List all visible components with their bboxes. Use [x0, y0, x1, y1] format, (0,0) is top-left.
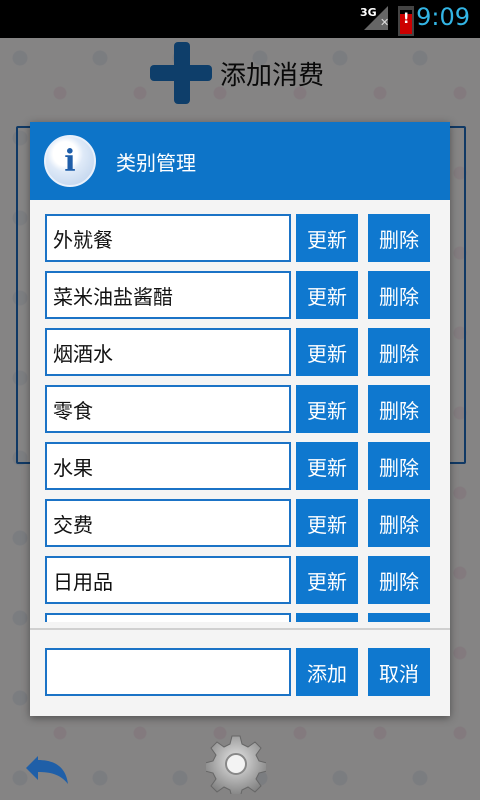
delete-button[interactable]: 删除 — [368, 556, 430, 604]
info-icon: i — [44, 135, 96, 187]
clock: 9:09 — [416, 3, 470, 31]
category-name-input[interactable]: 交费 — [45, 499, 291, 547]
dialog-title: 类别管理 — [116, 150, 196, 175]
add-button[interactable]: 添加 — [296, 648, 358, 696]
no-signal-icon: ✕ — [380, 16, 390, 29]
update-button[interactable]: 更新 — [296, 271, 358, 319]
category-name-input[interactable]: 菜米油盐酱醋 — [45, 271, 291, 319]
update-button[interactable]: 更新 — [296, 442, 358, 490]
category-name-input[interactable] — [45, 613, 291, 622]
category-name-input[interactable]: 外就餐 — [45, 214, 291, 262]
divider — [30, 628, 450, 630]
delete-button[interactable]: 删除 — [368, 271, 430, 319]
delete-button[interactable]: 删除 — [368, 442, 430, 490]
category-row: 外就餐 更新 删除 — [45, 214, 435, 262]
category-row: 烟酒水 更新 删除 — [45, 328, 435, 376]
category-row: 零食 更新 删除 — [45, 385, 435, 433]
category-name-input[interactable]: 日用品 — [45, 556, 291, 604]
cancel-button[interactable]: 取消 — [368, 648, 430, 696]
category-name-input[interactable]: 水果 — [45, 442, 291, 490]
category-name-input[interactable]: 烟酒水 — [45, 328, 291, 376]
category-name-input[interactable]: 零食 — [45, 385, 291, 433]
category-row: 日用品 更新 删除 — [45, 556, 435, 604]
update-button[interactable]: 更新 — [296, 499, 358, 547]
delete-button[interactable]: 删除 — [368, 385, 430, 433]
delete-button[interactable]: 删除 — [368, 214, 430, 262]
category-row: 交费 更新 删除 — [45, 499, 435, 547]
update-button[interactable]: 更新 — [296, 214, 358, 262]
category-row-partial — [45, 613, 435, 622]
undo-icon[interactable] — [24, 740, 78, 788]
category-dialog: i 类别管理 外就餐 更新 删除 菜米油盐酱醋 更新 删除 烟酒水 更新 删除 … — [30, 122, 450, 716]
delete-button[interactable]: 删除 — [368, 499, 430, 547]
update-button[interactable]: 更新 — [296, 556, 358, 604]
status-bar: 3G ✕ ! 9:09 — [0, 0, 480, 38]
dialog-header: i 类别管理 — [30, 122, 450, 200]
update-button[interactable]: 更新 — [296, 328, 358, 376]
category-list[interactable]: 外就餐 更新 删除 菜米油盐酱醋 更新 删除 烟酒水 更新 删除 零食 更新 删… — [45, 214, 445, 622]
battery-icon: ! — [398, 6, 414, 36]
new-category-input[interactable] — [45, 648, 291, 696]
delete-button[interactable]: 删除 — [368, 328, 430, 376]
update-button[interactable]: 更新 — [296, 385, 358, 433]
gear-icon[interactable] — [206, 734, 266, 794]
delete-button[interactable] — [368, 613, 430, 622]
battery-alert-text: ! — [403, 11, 410, 27]
update-button[interactable] — [296, 613, 358, 622]
category-row: 菜米油盐酱醋 更新 删除 — [45, 271, 435, 319]
category-row: 水果 更新 删除 — [45, 442, 435, 490]
